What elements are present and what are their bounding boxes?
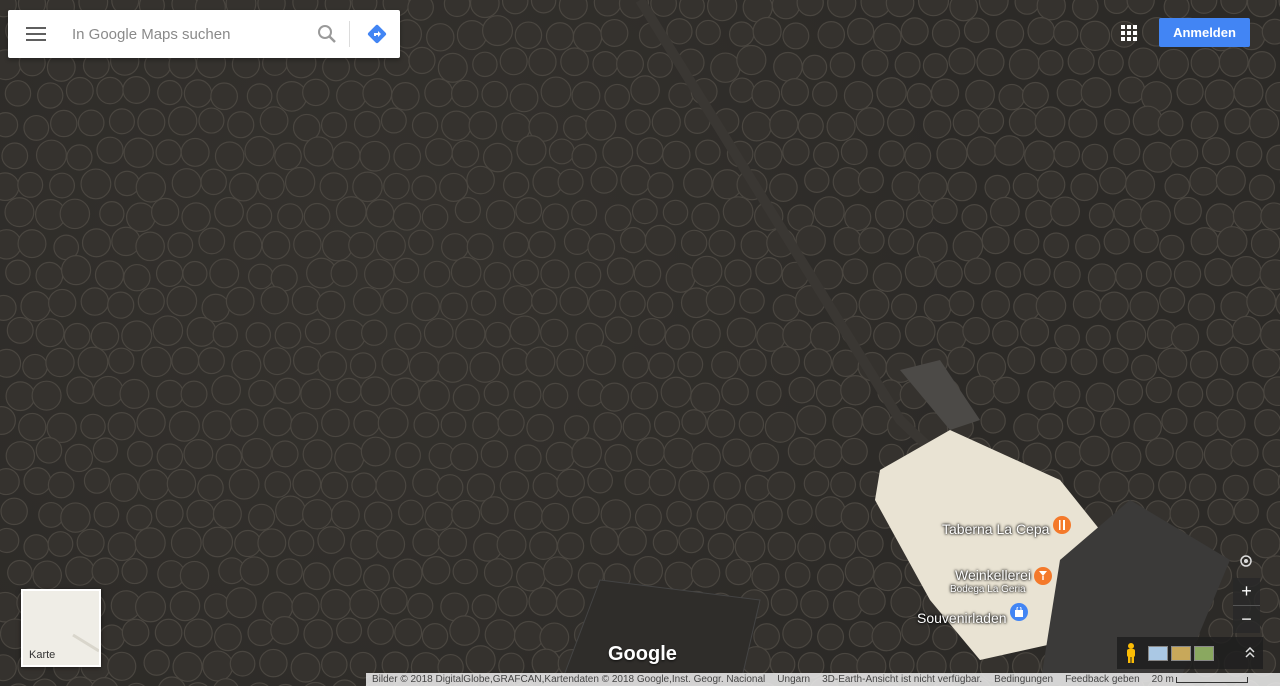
satellite-imagery xyxy=(0,0,1280,686)
hamburger-menu-icon xyxy=(26,27,46,41)
imagery-thumbnail-3[interactable] xyxy=(1194,645,1214,661)
search-box xyxy=(8,10,400,58)
3d-notice: 3D-Earth-Ansicht ist nicht verfügbar. xyxy=(822,674,983,685)
attribution-text: Bilder © 2018 DigitalGlobe,GRAFCAN,Karte… xyxy=(372,674,766,685)
location-target-icon xyxy=(1240,555,1252,567)
place-label-weinkellerei[interactable]: Weinkellerei xyxy=(955,567,1031,583)
place-name: Taberna La Cepa xyxy=(942,521,1050,537)
wine-pin[interactable] xyxy=(1034,567,1052,585)
place-name: Souvenirladen xyxy=(917,610,1007,626)
place-subtitle: Bodega La Geria xyxy=(950,584,1026,595)
wine-icon xyxy=(1039,571,1047,580)
shopping-bag-icon xyxy=(1015,607,1023,617)
map-type-label: Karte xyxy=(29,649,56,661)
apps-grid-icon xyxy=(1121,25,1137,41)
scale-label: 20 m xyxy=(1151,674,1174,685)
feedback-link[interactable]: Feedback geben xyxy=(1059,674,1146,685)
search-divider xyxy=(349,21,350,47)
imagery-thumbnail-1[interactable] xyxy=(1148,645,1168,661)
directions-icon xyxy=(367,24,387,44)
google-logo: Google xyxy=(608,643,677,665)
shopping-pin[interactable] xyxy=(1010,603,1028,621)
menu-button[interactable] xyxy=(8,10,64,58)
search-input[interactable] xyxy=(64,11,307,57)
footer-bar: Bilder © 2018 DigitalGlobe,GRAFCAN,Karte… xyxy=(366,673,1280,686)
restaurant-icon xyxy=(1059,520,1065,530)
search-icon xyxy=(318,25,336,43)
map-type-toggle[interactable]: Karte xyxy=(21,589,101,667)
pegman-icon xyxy=(1127,643,1135,663)
place-label-taberna[interactable]: Taberna La Cepa xyxy=(942,521,1049,537)
my-location-button[interactable] xyxy=(1235,550,1257,572)
expand-button[interactable] xyxy=(1237,637,1263,669)
scale-bar[interactable]: 20 m xyxy=(1146,674,1254,685)
search-button[interactable] xyxy=(307,10,347,58)
restaurant-pin[interactable] xyxy=(1053,516,1071,534)
imagery-thumbnail-2[interactable] xyxy=(1171,645,1191,661)
zoom-out-button[interactable]: − xyxy=(1233,606,1260,633)
country-link[interactable]: Ungarn xyxy=(771,674,816,685)
place-label-souvenirladen[interactable]: Souvenirladen xyxy=(917,610,1007,626)
street-view-pegman[interactable] xyxy=(1117,637,1145,669)
directions-button[interactable] xyxy=(354,10,400,58)
chevron-up-double-icon xyxy=(1245,647,1255,658)
scale-line xyxy=(1175,676,1248,683)
field xyxy=(559,579,761,686)
zoom-in-button[interactable]: + xyxy=(1233,578,1260,606)
imagery-toolbar xyxy=(1117,637,1263,669)
terms-link[interactable]: Bedingungen xyxy=(988,674,1059,685)
place-name: Weinkellerei xyxy=(955,567,1031,583)
satellite-map[interactable] xyxy=(0,0,1280,686)
signin-button[interactable]: Anmelden xyxy=(1159,18,1250,47)
apps-button[interactable] xyxy=(1114,18,1144,48)
